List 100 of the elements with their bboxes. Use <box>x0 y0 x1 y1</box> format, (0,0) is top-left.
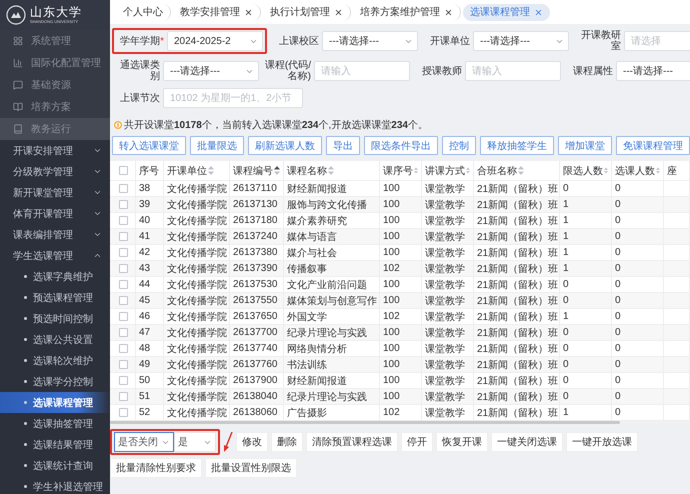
close-icon[interactable] <box>444 8 453 16</box>
select-field[interactable]: ---请选择--- <box>473 31 569 51</box>
checkbox[interactable] <box>119 216 128 225</box>
close-icon[interactable] <box>244 8 253 16</box>
menu-item[interactable]: 学生补退选管理 <box>0 476 110 494</box>
table-cell-text: 课堂教学 <box>425 406 465 420</box>
table-cell-text: 文化传播学院 <box>167 262 227 276</box>
menu-group[interactable]: 分级教学管理 <box>0 161 110 182</box>
sidebar-item[interactable]: 基础资源 <box>0 74 110 96</box>
checkbox[interactable] <box>119 392 128 401</box>
toolbar-button[interactable]: 控制 <box>442 136 476 155</box>
menu-item[interactable]: 选课统计查询 <box>0 455 110 476</box>
action-button[interactable]: 删除 <box>271 432 303 452</box>
action-button[interactable]: 恢复开课 <box>436 432 488 452</box>
tab[interactable]: 培养方案维护管理 <box>353 4 461 20</box>
table-cell: 100 <box>383 343 400 354</box>
checkbox[interactable] <box>119 376 128 385</box>
table-cell-text: 文化传播学院 <box>167 182 227 196</box>
menu-item[interactable]: 选课课程管理 <box>0 392 110 413</box>
checkbox[interactable] <box>119 248 128 257</box>
table-cell-text: 文化产业前沿问题 <box>287 278 367 292</box>
menu-group[interactable]: 课表编排管理 <box>0 224 110 245</box>
table-cell-text: 21新闻（留秋）班 <box>477 406 558 420</box>
checkbox[interactable] <box>119 312 128 321</box>
select-field[interactable]: 是否关闭 <box>114 432 174 452</box>
select-field[interactable]: 2024-2025-2 <box>167 31 263 51</box>
table-cell-text: 21新闻（留秋）班 <box>477 342 558 356</box>
checkbox[interactable] <box>119 328 128 337</box>
toolbar-button[interactable]: 导出 <box>326 136 360 155</box>
sidebar-item[interactable]: 国际化配置管理 <box>0 52 110 74</box>
menu-item[interactable]: 选课结果管理 <box>0 434 110 455</box>
checkbox[interactable] <box>119 360 128 369</box>
action-button[interactable]: 修改 <box>236 432 268 452</box>
close-icon[interactable] <box>334 8 343 16</box>
action-button[interactable]: 清除预置课程选课 <box>306 432 398 452</box>
sidebar-item[interactable]: 培养方案 <box>0 96 110 118</box>
table-cell: 51 <box>139 391 150 402</box>
tab[interactable]: 选课课程管理 <box>463 4 550 20</box>
sidebar-item-label: 教务运行 <box>31 122 71 136</box>
scrollbar[interactable] <box>110 421 690 425</box>
table-cell: 0 <box>615 343 621 354</box>
checkbox[interactable] <box>119 280 128 289</box>
checkbox[interactable] <box>119 200 128 209</box>
table-cell: 100 <box>383 231 400 242</box>
toolbar-button[interactable]: 释放抽签学生 <box>480 136 554 155</box>
table-cell-text: 21新闻（留秋）班 <box>477 390 558 404</box>
select-field[interactable]: ---请选择--- <box>322 31 418 51</box>
action-button[interactable]: 一键关闭选课 <box>491 432 563 452</box>
field-label: 通选课类别 <box>119 60 160 82</box>
checkbox[interactable] <box>119 296 128 305</box>
sidebar-item-label: 系统管理 <box>31 34 71 48</box>
bullet-icon <box>24 296 27 299</box>
select-field[interactable]: 是 <box>174 432 216 452</box>
checkbox[interactable] <box>119 344 128 353</box>
menu-item[interactable]: 选课轮次维护 <box>0 350 110 371</box>
tab[interactable]: 教学安排管理 <box>173 4 261 20</box>
menu-item[interactable]: 选课公共设置 <box>0 329 110 350</box>
sort-icon[interactable] <box>274 166 280 175</box>
chevron-down-icon <box>93 209 102 218</box>
menu-item[interactable]: 选课学分控制 <box>0 371 110 392</box>
table-cell-text: 传播叙事 <box>287 262 327 276</box>
tab-label: 选课课程管理 <box>470 6 530 19</box>
tab[interactable]: 个人中心 <box>116 4 171 20</box>
menu-group[interactable]: 体育开课管理 <box>0 203 110 224</box>
sidebar-item[interactable]: 系统管理 <box>0 30 110 52</box>
action-button[interactable]: 批量设置性别限选 <box>205 458 297 478</box>
table-cell: 0 <box>615 183 621 194</box>
toolbar-button[interactable]: 批量限选 <box>190 136 244 155</box>
table-cell: 0 <box>615 391 621 402</box>
table-cell: 26137550 <box>233 295 278 306</box>
table-cell-text: 财经新闻报道 <box>287 374 347 388</box>
checkbox[interactable] <box>119 408 128 417</box>
table-cell-text: 文化传播学院 <box>167 342 227 356</box>
action-button[interactable]: 停开 <box>401 432 433 452</box>
select-field[interactable]: ---请选择--- <box>616 61 690 81</box>
menu-group[interactable]: 学生选课管理 <box>0 245 110 266</box>
toolbar-button[interactable]: 免课课程管理 <box>616 136 690 155</box>
menu-group[interactable]: 新开课堂管理 <box>0 182 110 203</box>
menu-item[interactable]: 预选时间控制 <box>0 308 110 329</box>
menu-item[interactable]: 预选课程管理 <box>0 287 110 308</box>
toolbar-button[interactable]: 限选条件导出 <box>364 136 438 155</box>
action-button[interactable]: 一键开放选课 <box>566 432 638 452</box>
tab[interactable]: 执行计划管理 <box>263 4 351 20</box>
checkbox[interactable] <box>119 166 128 175</box>
checkbox[interactable] <box>119 184 128 193</box>
table-cell: 1 <box>563 311 569 322</box>
table-cell: 39 <box>139 199 150 210</box>
select-field[interactable]: ---请选择--- <box>163 61 259 81</box>
toolbar-button[interactable]: 增加课堂 <box>558 136 612 155</box>
menu-item[interactable]: 选课字典维护 <box>0 266 110 287</box>
table-cell: 100 <box>383 199 400 210</box>
menu-item[interactable]: 选课抽签管理 <box>0 413 110 434</box>
sidebar-item-label: 基础资源 <box>31 78 71 92</box>
checkbox[interactable] <box>119 232 128 241</box>
checkbox[interactable] <box>119 264 128 273</box>
action-button[interactable]: 批量清除性别要求 <box>110 458 202 478</box>
table-cell: 1 <box>563 407 569 418</box>
toolbar-button[interactable]: 转入选课课堂 <box>112 136 186 155</box>
toolbar-button[interactable]: 刷新选课人数 <box>248 136 322 155</box>
menu-group[interactable]: 开课安排管理 <box>0 140 110 161</box>
